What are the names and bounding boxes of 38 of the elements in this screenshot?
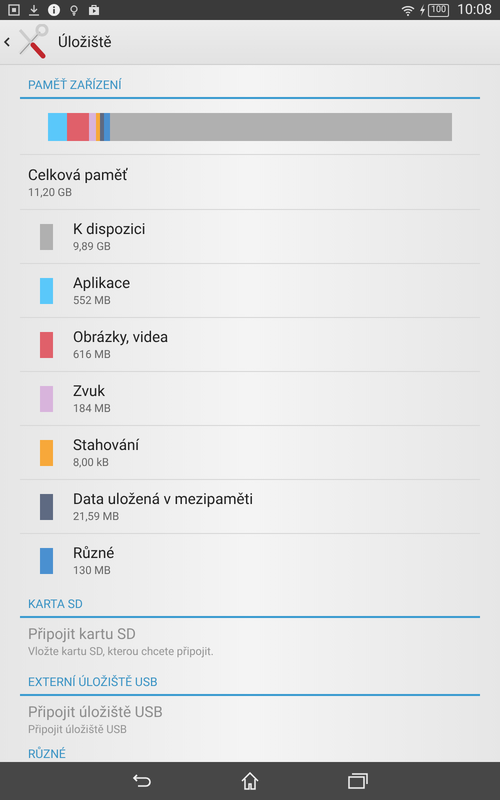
- shopping-bag-icon: [88, 4, 100, 16]
- download-icon: [28, 4, 40, 16]
- item-title: Zvuk: [73, 380, 106, 401]
- section-header: KARTA SD: [28, 596, 84, 612]
- wifi-icon: [400, 4, 415, 16]
- item-title: Obrázky, videa: [73, 326, 168, 347]
- item-summary: 11,20 GB: [28, 185, 73, 202]
- item-title: Aplikace: [73, 272, 130, 293]
- item-title: Různé: [73, 543, 114, 564]
- item-title: Celková paměť: [28, 165, 129, 186]
- item-title: Data uložená v mezipaměti: [73, 488, 254, 509]
- section-header: PAMĚŤ ZAŘÍZENÍ: [28, 77, 122, 94]
- item-summary: 552 MB: [73, 292, 112, 309]
- item-title: Připojit kartu SD: [28, 624, 137, 644]
- sim-icon: [8, 4, 20, 16]
- charging-icon: [418, 4, 426, 16]
- bulb-icon: [68, 4, 80, 16]
- item-summary: Připojit úložiště USB: [28, 722, 128, 738]
- section-header: RŮZNÉ: [28, 746, 67, 762]
- info-icon: [48, 4, 60, 16]
- item-summary: 184 MB: [73, 400, 111, 417]
- back-caret-icon: [4, 37, 10, 48]
- item-summary: 21,59 MB: [73, 508, 120, 525]
- item-summary: Vložte kartu SD, kterou chcete připojit.: [28, 644, 215, 660]
- screen-title: Úložiště: [58, 32, 112, 53]
- item-summary: 8,00 kB: [73, 454, 110, 471]
- battery-indicator: 100: [428, 4, 450, 16]
- section-header: EXTERNÍ ÚLOŽIŠTĚ USB: [28, 674, 158, 690]
- item-title: Připojit úložiště USB: [28, 702, 164, 722]
- clock: 10:08: [457, 1, 492, 20]
- recent-apps-icon: [348, 773, 368, 790]
- item-summary: 9,89 GB: [73, 238, 112, 255]
- item-summary: 616 MB: [73, 346, 112, 363]
- item-summary: 130 MB: [73, 563, 112, 580]
- back-icon: [132, 774, 152, 788]
- item-title: Stahování: [73, 434, 139, 455]
- home-icon: [240, 772, 260, 790]
- item-title: K dispozici: [73, 218, 146, 239]
